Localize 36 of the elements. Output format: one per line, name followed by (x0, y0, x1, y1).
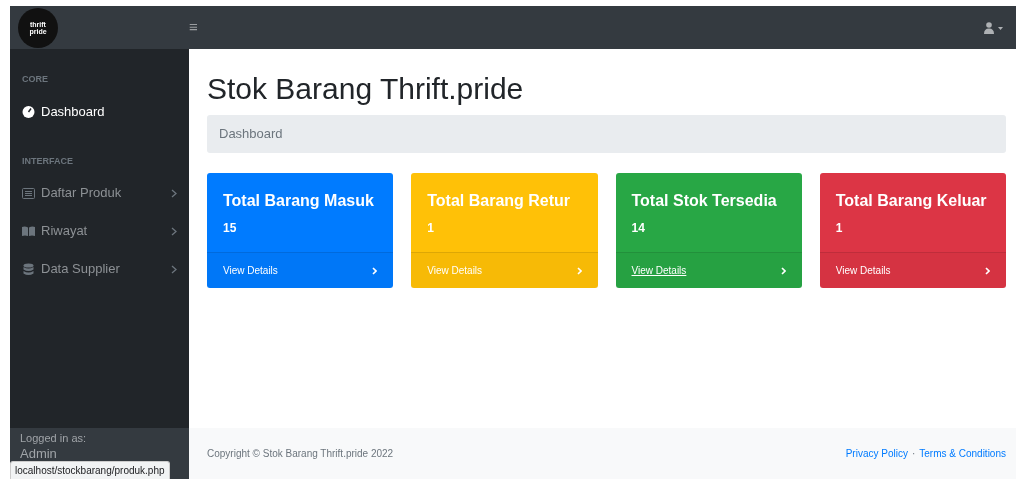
chevron-icon (372, 266, 378, 275)
card-value: 1 (835, 220, 844, 237)
view-details-link[interactable]: View Details (835, 263, 891, 278)
list-icon (22, 186, 35, 200)
footer-link[interactable]: Terms & Conditions (919, 446, 1006, 461)
logged-in-caption: Logged in as: (20, 432, 88, 446)
card-title: Total Barang Retur (427, 191, 572, 211)
view-details-link[interactable]: View Details (223, 263, 278, 278)
sidebar-item[interactable]: Daftar Produk (10, 174, 189, 212)
separator-dot: · (911, 447, 916, 461)
card-title: Total Barang Masuk (223, 191, 375, 211)
chevron-icon (576, 266, 582, 275)
user-name: Admin (20, 445, 58, 462)
card-title: Total Barang Keluar (835, 191, 988, 211)
card-value: 1 (427, 220, 435, 237)
breadcrumb-bar: Dashboard (207, 115, 1006, 153)
sidebar-item[interactable]: Data Supplier (10, 250, 189, 288)
gauge-icon (22, 105, 35, 118)
chevron-icon (780, 266, 786, 275)
menu-toggle[interactable]: ≡ (189, 16, 198, 39)
footer-link[interactable]: Privacy Policy (845, 446, 908, 461)
card-value: 14 (631, 220, 646, 237)
copyright-text: Copyright © Stok Barang Thrift.pride 2022 (207, 447, 394, 461)
user-icon[interactable] (984, 21, 1004, 34)
status-url: localhost/stockbarang/produk.php (10, 461, 170, 479)
page-title: Stok Barang Thrift.pride (207, 71, 525, 107)
section-heading: INTERFACE (21, 154, 74, 168)
chevron-icon (985, 266, 990, 275)
section-heading: CORE (21, 73, 49, 86)
database-icon (22, 262, 35, 276)
sidebar-item[interactable]: Riwayat (10, 212, 189, 250)
view-details-link[interactable]: View Details (631, 263, 687, 278)
sidebar-item[interactable]: Dashboard (10, 92, 189, 131)
card-title: Total Stok Tersedia (631, 191, 778, 211)
book-icon (22, 224, 35, 238)
card-value: 15 (223, 220, 238, 237)
